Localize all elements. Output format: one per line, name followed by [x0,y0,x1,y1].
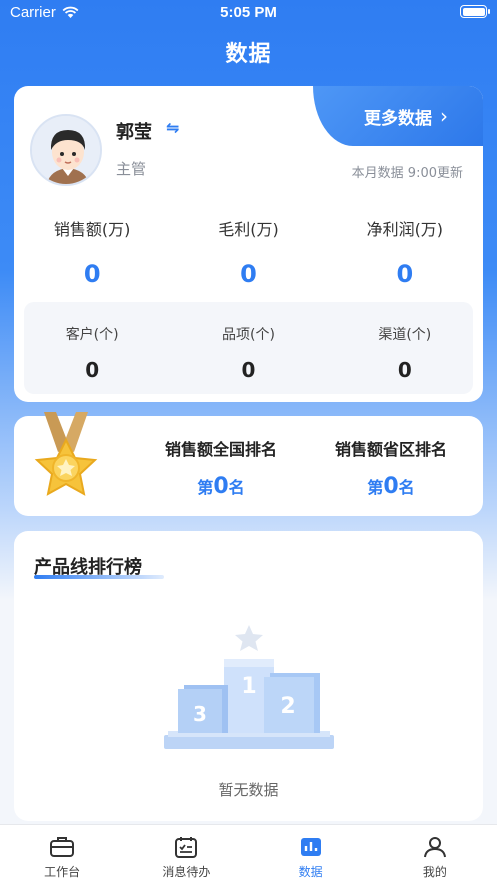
provincial-ranking-title: 销售额省区排名 [334,440,447,459]
stat-value: 0 [240,260,257,288]
stat-value: 0 [83,260,101,288]
national-ranking-value: 第0名 [136,474,306,499]
stat-items[interactable]: 品项(个) 0 [170,324,326,382]
chevron-right-icon: › [440,104,448,128]
avatar-illustration [32,116,100,184]
stat-label: 客户(个) [65,327,119,343]
provincial-ranking[interactable]: 销售额省区排名 第0名 [306,436,476,499]
stat-value: 0 [397,358,412,382]
tab-messages[interactable]: 消息待办 [124,825,248,883]
stat-value: 0 [241,358,256,382]
stat-net-profit[interactable]: 净利润(万) 0 [327,216,483,288]
profile-card: 更多数据 › 郭莹 ⇋ 主管 本月数据 9:00更新 销售额(万) 0 毛利(万… [14,86,483,402]
stat-label: 销售额(万) [53,220,131,239]
tab-workbench[interactable]: 工作台 [0,825,124,883]
stat-channels[interactable]: 渠道(个) 0 [327,324,483,382]
switch-user-icon[interactable]: ⇋ [166,118,179,137]
tab-label: 消息待办 [162,865,211,879]
more-data-label: 更多数据 [364,108,432,129]
tab-bar: 工作台 消息待办 数据 我的 [0,824,497,883]
page-title: 数据 [225,42,272,67]
briefcase-icon [50,837,75,857]
product-line-card: 产品线排行榜 1 2 3 暂无数据 [14,531,483,821]
status-bar: Carrier 5:05 PM [0,0,497,26]
calendar-checklist-icon [175,837,198,858]
avatar[interactable] [30,114,102,186]
stat-label: 净利润(万) [366,220,444,239]
tab-label: 我的 [422,865,447,879]
stat-label: 毛利(万) [218,220,279,239]
tab-data[interactable]: 数据 [249,825,373,883]
tab-profile[interactable]: 我的 [373,825,497,883]
rank-number: 0 [383,474,399,499]
stat-label: 品项(个) [222,327,275,343]
stat-sales[interactable]: 销售额(万) 0 [14,216,170,288]
rank-suffix: 名 [398,478,415,497]
national-ranking-title: 销售额全国排名 [164,440,277,459]
battery-icon [460,5,490,18]
user-name: 郭莹 [116,122,152,143]
more-data-button[interactable]: 更多数据 › [313,86,483,146]
primary-stats: 销售额(万) 0 毛利(万) 0 净利润(万) 0 [14,216,483,288]
secondary-stats: 客户(个) 0 品项(个) 0 渠道(个) 0 [14,324,483,382]
empty-state-text: 暂无数据 [218,781,279,799]
empty-podium-illustration: 1 2 3 [164,625,334,749]
provincial-ranking-value: 第0名 [306,474,476,499]
product-line-title: 产品线排行榜 [34,557,142,578]
stat-value: 0 [396,260,414,288]
stat-gross-profit[interactable]: 毛利(万) 0 [170,216,326,288]
profile-icon [423,837,446,858]
ranking-card: 销售额全国排名 第0名 销售额省区排名 第0名 [14,412,483,516]
rank-number: 0 [213,474,229,499]
clock: 5:05 PM [220,4,277,21]
rank-prefix: 第 [367,478,384,497]
tab-label: 工作台 [44,865,81,879]
rank-suffix: 名 [228,478,245,497]
user-role: 主管 [116,160,147,178]
stat-value: 0 [85,358,100,382]
stat-label: 渠道(个) [378,327,432,343]
tab-label: 数据 [298,865,323,879]
data-icon [300,838,321,856]
ranking-columns: 销售额全国排名 第0名 销售额省区排名 第0名 [136,436,476,499]
national-ranking[interactable]: 销售额全国排名 第0名 [136,436,306,499]
podium-second-label: 2 [280,694,295,719]
podium-first-label: 1 [241,674,256,699]
podium-third-label: 3 [193,702,207,726]
update-note: 本月数据 9:00更新 [351,166,463,181]
rank-prefix: 第 [197,478,214,497]
stat-customers[interactable]: 客户(个) 0 [14,324,170,382]
medal-icon [34,412,98,496]
